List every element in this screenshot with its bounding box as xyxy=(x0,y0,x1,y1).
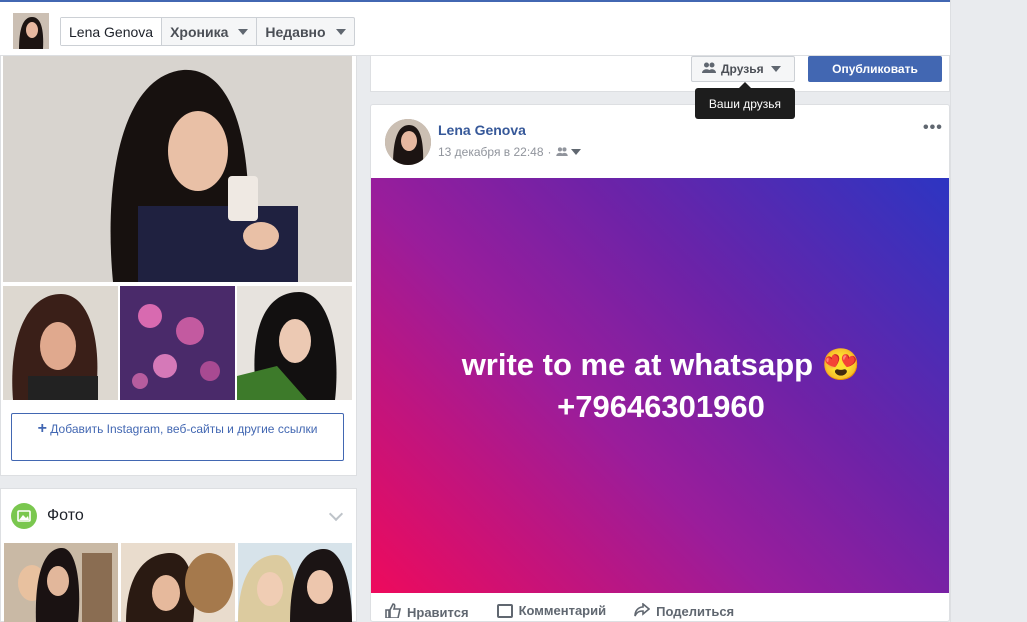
friends-icon[interactable] xyxy=(555,145,568,159)
right-gutter xyxy=(950,0,1027,622)
photo-thumbnail[interactable] xyxy=(121,543,235,622)
comment-label: Комментарий xyxy=(518,603,607,618)
audience-selector[interactable]: Друзья xyxy=(691,56,795,82)
audience-label: Друзья xyxy=(721,62,764,76)
crumb-name[interactable]: Lena Genova xyxy=(61,18,163,45)
more-icon[interactable]: ••• xyxy=(923,119,943,137)
post-timestamp[interactable]: 13 декабря в 22:48 xyxy=(438,145,544,159)
thumbnail-photo[interactable] xyxy=(120,286,235,400)
avatar[interactable] xyxy=(13,13,49,49)
timeline-dropdown[interactable]: Хроника xyxy=(162,18,258,45)
publish-button[interactable]: Опубликовать xyxy=(808,56,942,82)
comment-button[interactable]: Комментарий xyxy=(496,603,607,618)
post-background: write to me at whatsapp 😍 +79646301960 xyxy=(371,178,949,593)
like-icon xyxy=(385,603,401,621)
post-card: Lena Genova 13 декабря в 22:48 · ••• wri… xyxy=(370,104,950,622)
post-text: write to me at whatsapp 😍 +79646301960 xyxy=(461,346,861,424)
photos-title[interactable]: Фото xyxy=(47,507,84,525)
share-label: Поделиться xyxy=(656,604,735,619)
thumbnail-photo[interactable] xyxy=(3,286,118,400)
avatar[interactable] xyxy=(385,119,431,165)
dot-separator: · xyxy=(547,145,552,159)
photos-card: Фото xyxy=(0,488,357,622)
recent-label: Недавно xyxy=(265,23,326,40)
share-icon xyxy=(634,602,651,620)
thumbnail-photo[interactable] xyxy=(237,286,352,400)
photo-thumbnail[interactable] xyxy=(4,543,118,622)
chevron-down-icon xyxy=(770,66,781,72)
post-author[interactable]: Lena Genova xyxy=(438,122,526,138)
recent-dropdown[interactable]: Недавно xyxy=(257,18,353,45)
profile-topbar: Lena Genova Хроника Недавно xyxy=(0,0,950,56)
chevron-down-icon xyxy=(335,28,346,35)
plus-icon: + xyxy=(37,420,47,437)
photo-icon xyxy=(11,503,37,529)
add-links-label: Добавить Instagram, веб-сайты и другие с… xyxy=(50,422,318,436)
like-button[interactable]: Нравится xyxy=(385,603,469,621)
breadcrumb: Lena Genova Хроника Недавно xyxy=(60,17,355,46)
comment-icon xyxy=(496,603,513,618)
post-composer: Друзья Опубликовать xyxy=(370,56,950,92)
chevron-down-icon[interactable] xyxy=(328,506,344,522)
post-actions: Нравится Комментарий Поделиться xyxy=(371,593,949,621)
audience-tooltip: Ваши друзья xyxy=(695,82,795,119)
intro-card: + Добавить Instagram, веб-сайты и другие… xyxy=(0,56,357,476)
post-meta: 13 декабря в 22:48 · xyxy=(438,145,581,159)
add-links-button[interactable]: + Добавить Instagram, веб-сайты и другие… xyxy=(11,413,344,461)
featured-photo[interactable] xyxy=(3,56,352,282)
like-label: Нравится xyxy=(407,604,469,620)
friends-icon xyxy=(702,62,716,76)
chevron-down-icon[interactable] xyxy=(570,149,581,155)
timeline-label: Хроника xyxy=(170,23,229,40)
share-button[interactable]: Поделиться xyxy=(634,602,735,620)
photo-thumbnail[interactable] xyxy=(238,543,352,622)
chevron-down-icon xyxy=(238,28,249,35)
